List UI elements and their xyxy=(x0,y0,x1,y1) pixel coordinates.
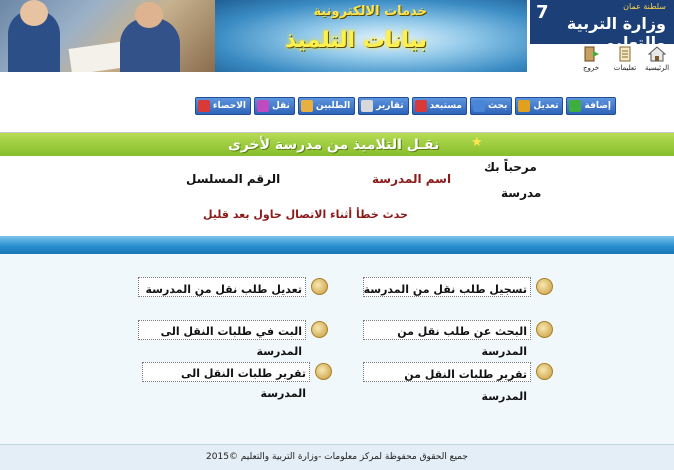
star-icon: ★ xyxy=(471,135,483,150)
home-icon xyxy=(648,46,666,62)
divider-bar xyxy=(0,236,674,254)
add-icon xyxy=(569,100,582,112)
students-photo xyxy=(0,0,215,72)
header-banner: خدمات الالكترونية بيانات التلميذ 7 سلطنة… xyxy=(0,0,674,92)
exclude-icon xyxy=(414,100,427,112)
register-transfer-button[interactable]: تسجيل طلب نقل من المدرسة xyxy=(363,277,553,297)
quick-exit[interactable]: خروج xyxy=(576,46,606,72)
header-subtitle: خدمات الالكترونية xyxy=(313,4,427,19)
toolbar-search-button[interactable]: بحث xyxy=(470,97,513,115)
users-icon xyxy=(300,100,313,112)
bullet-icon xyxy=(315,363,332,380)
document-icon xyxy=(619,46,631,62)
menu-panel: تسجيل طلب نقل من المدرسة تعديل طلب نقل م… xyxy=(0,254,674,444)
toolbar-exclude-button[interactable]: مستبعد xyxy=(411,97,467,115)
report-to-button[interactable]: تقرير طلبات النقل الى المدرسة xyxy=(142,362,332,400)
bullet-icon xyxy=(536,321,553,338)
quick-icons: الرئيسية تعليمات خروج xyxy=(572,46,674,78)
bullet-icon xyxy=(311,321,328,338)
toolbar-transfer-button[interactable]: نقل xyxy=(253,97,295,115)
toolbar-statistics-button[interactable]: الاحصاء xyxy=(194,97,251,115)
welcome-text: مرحباً بك xyxy=(484,160,537,174)
ministry-logo: 7 سلطنة عمان وزارة التربية والتعليم xyxy=(530,0,674,52)
bullet-icon xyxy=(536,363,553,380)
serial-number-label: الرقم المسلسل xyxy=(186,172,281,186)
chart-icon xyxy=(197,100,210,112)
toolbar-edit-button[interactable]: تعديل xyxy=(515,97,564,115)
decide-transfer-button[interactable]: البت في طلبات النقل الى المدرسة xyxy=(138,320,328,358)
section-header: ★ نقـل التلاميذ من مدرسة لأخرى xyxy=(0,132,674,156)
toolbar: إضافة تعديل بحث مستبعد تقارير الطلبين نق… xyxy=(194,97,616,115)
footer: جميع الحقوق محفوظة لمركز معلومات -وزارة … xyxy=(0,444,674,470)
edit-icon xyxy=(518,100,531,112)
header-title: بيانات التلميذ xyxy=(285,28,427,53)
bullet-icon xyxy=(536,278,553,295)
school-name-label: اسم المدرسة xyxy=(372,172,452,186)
info-area: مرحباً بك مدرسة اسم المدرسة الرقم المسلس… xyxy=(0,156,674,236)
school-word: مدرسة xyxy=(501,186,542,200)
title-box: خدمات الالكترونية بيانات التلميذ xyxy=(215,0,527,72)
toolbar-users-button[interactable]: الطلبين xyxy=(297,97,356,115)
report-from-button[interactable]: تقرير طلبات النقل من المدرسة xyxy=(363,362,553,403)
search-transfer-button[interactable]: البحث عن طلب نقل من المدرسة xyxy=(363,320,553,358)
edit-transfer-button[interactable]: تعديل طلب نقل من المدرسة xyxy=(138,277,328,297)
toolbar-add-button[interactable]: إضافة xyxy=(566,97,616,115)
bullet-icon xyxy=(311,278,328,295)
section-title: نقـل التلاميذ من مدرسة لأخرى xyxy=(228,137,440,153)
exit-icon xyxy=(584,46,599,62)
report-icon xyxy=(361,100,374,112)
transfer-icon xyxy=(256,100,269,112)
quick-document[interactable]: تعليمات xyxy=(610,46,640,72)
quick-home[interactable]: الرئيسية xyxy=(642,46,672,72)
search-icon xyxy=(473,100,485,112)
toolbar-reports-button[interactable]: تقارير xyxy=(358,97,409,115)
copyright-text: جميع الحقوق محفوظة لمركز معلومات -وزارة … xyxy=(206,452,468,462)
error-message: حدث خطأ أثناء الاتصال حاول بعد قليل xyxy=(203,208,408,221)
ministry-country: سلطنة عمان xyxy=(623,2,666,11)
